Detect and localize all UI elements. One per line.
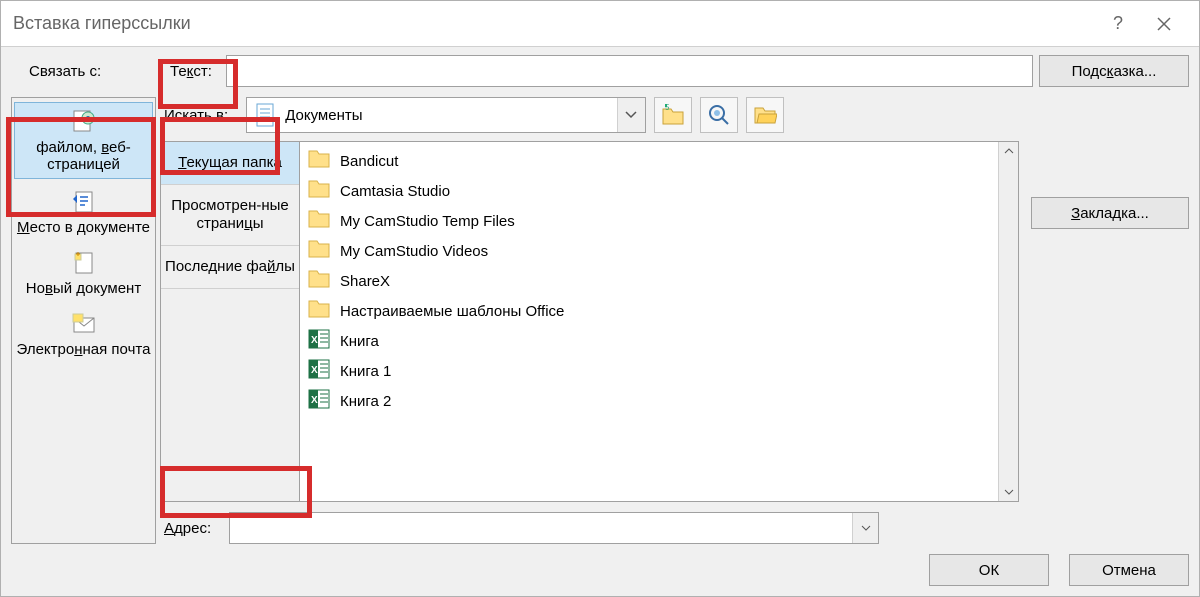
email-icon <box>71 311 97 337</box>
new-doc-icon <box>71 250 97 276</box>
look-in-label: Искать в: <box>160 101 238 130</box>
folder-icon <box>308 299 330 323</box>
browse-web-button[interactable] <box>700 97 738 133</box>
folder-icon <box>308 239 330 263</box>
tab-recent-files[interactable]: Последние файлы <box>161 246 299 289</box>
tab-recent-files-label: Последние файлы <box>165 258 295 275</box>
folder-icon <box>308 209 330 233</box>
ok-button[interactable]: ОК <box>929 554 1049 586</box>
file-row[interactable]: ShareX <box>300 266 998 296</box>
svg-text:X: X <box>311 335 318 346</box>
file-row[interactable]: Camtasia Studio <box>300 176 998 206</box>
address-dropdown-button[interactable] <box>852 513 878 543</box>
look-in-value: Документы <box>285 107 616 124</box>
file-row[interactable]: Bandicut <box>300 146 998 176</box>
link-to-file-web-label: файлом, веб-страницей <box>36 139 131 173</box>
titlebar: Вставка гиперссылки ? <box>1 1 1199 47</box>
link-to-email[interactable]: Электронная почта <box>14 305 153 362</box>
up-one-level-button[interactable]: 5 <box>654 97 692 133</box>
link-to-new-doc[interactable]: Новый документ <box>14 244 153 301</box>
tab-browsed-pages[interactable]: Просмотрен-ные страницы <box>161 185 299 246</box>
help-button[interactable]: ? <box>1095 1 1141 47</box>
file-row[interactable]: Настраиваемые шаблоны Office <box>300 296 998 326</box>
insert-hyperlink-dialog: Вставка гиперссылки ? Связать с: Текст: … <box>0 0 1200 597</box>
excel-file-icon: X <box>308 389 330 413</box>
file-name: ShareX <box>340 273 390 290</box>
file-row[interactable]: My CamStudio Temp Files <box>300 206 998 236</box>
folder-icon <box>308 179 330 203</box>
file-row[interactable]: X Книга <box>300 326 998 356</box>
link-to-panel: файлом, веб-страницей Место в документе … <box>11 97 156 544</box>
file-list-scrollbar[interactable] <box>998 142 1018 501</box>
link-to-file-web[interactable]: файлом, веб-страницей <box>14 102 153 179</box>
file-name: My CamStudio Videos <box>340 243 488 260</box>
tab-current-folder-label: Текущая папка <box>178 154 282 171</box>
file-name: Книга 2 <box>340 393 391 410</box>
file-name: Книга <box>340 333 379 350</box>
text-label: Текст: <box>162 59 220 84</box>
file-list: Bandicut Camtasia Studio My CamStudio Temp… <box>300 141 1019 502</box>
svg-text:X: X <box>311 395 318 406</box>
file-web-icon <box>71 109 97 135</box>
address-label: Адрес: <box>160 514 221 543</box>
browse-tabs: Текущая папка Просмотрен-ные страницы По… <box>160 141 300 502</box>
display-text-input[interactable] <box>226 55 1033 87</box>
link-to-place-in-doc[interactable]: Место в документе <box>14 183 153 240</box>
link-to-new-doc-label: Новый документ <box>26 280 141 297</box>
chevron-down-icon <box>625 111 637 119</box>
link-to-email-label: Электронная почта <box>17 341 151 358</box>
scroll-down-button[interactable] <box>1000 483 1018 501</box>
file-row[interactable]: X Книга 1 <box>300 356 998 386</box>
address-combo[interactable] <box>229 512 879 544</box>
link-to-place-label: Место в документе <box>17 219 150 236</box>
look-in-dropdown-button[interactable] <box>617 98 645 132</box>
file-name: Книга 1 <box>340 363 391 380</box>
chevron-up-icon <box>1004 148 1014 154</box>
place-in-doc-icon <box>71 189 97 215</box>
folder-open-icon <box>753 105 777 125</box>
close-button[interactable] <box>1141 1 1187 47</box>
link-to-label: Связать с: <box>11 63 156 80</box>
excel-file-icon: X <box>308 359 330 383</box>
scroll-up-button[interactable] <box>1000 142 1018 160</box>
folder-icon <box>308 269 330 293</box>
svg-text:5: 5 <box>665 104 670 112</box>
chevron-down-icon <box>1004 489 1014 495</box>
svg-text:X: X <box>311 365 318 376</box>
documents-folder-icon <box>255 102 277 128</box>
excel-file-icon: X <box>308 329 330 353</box>
file-name: Настраиваемые шаблоны Office <box>340 303 564 320</box>
folder-icon <box>308 149 330 173</box>
file-row[interactable]: My CamStudio Videos <box>300 236 998 266</box>
tab-current-folder[interactable]: Текущая папка <box>161 142 299 185</box>
screentip-button[interactable]: Подсказка... <box>1039 55 1189 87</box>
file-name: Bandicut <box>340 153 398 170</box>
dialog-title: Вставка гиперссылки <box>13 13 1095 34</box>
file-name: My CamStudio Temp Files <box>340 213 515 230</box>
tab-browsed-pages-label: Просмотрен-ные страницы <box>171 197 289 232</box>
chevron-down-icon <box>861 525 871 531</box>
cancel-button[interactable]: Отмена <box>1069 554 1189 586</box>
browse-web-icon <box>708 104 730 126</box>
address-input[interactable] <box>230 513 852 543</box>
look-in-combo[interactable]: Документы <box>246 97 645 133</box>
file-row[interactable]: X Книга 2 <box>300 386 998 416</box>
file-name: Camtasia Studio <box>340 183 450 200</box>
browse-file-button[interactable] <box>746 97 784 133</box>
folder-up-icon: 5 <box>661 104 685 126</box>
bookmark-button[interactable]: Закладка... <box>1031 197 1189 229</box>
